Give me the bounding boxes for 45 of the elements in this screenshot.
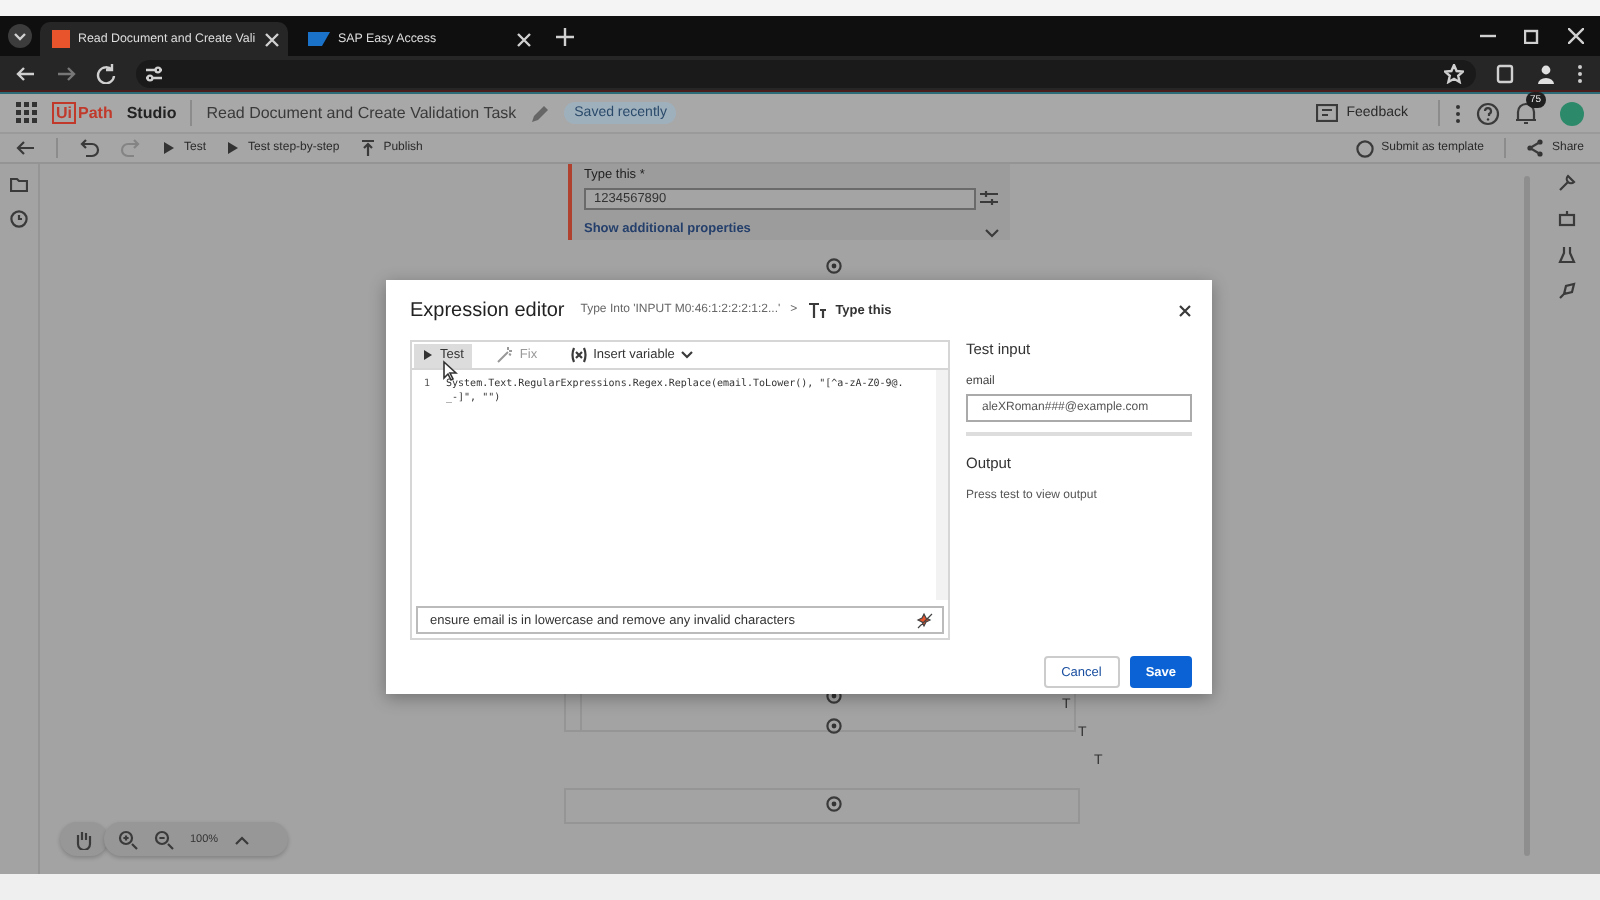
close-icon[interactable] xyxy=(1178,303,1192,317)
help-icon[interactable] xyxy=(1476,101,1500,125)
chevron-up-icon[interactable] xyxy=(234,833,251,845)
address-field[interactable] xyxy=(136,59,1476,87)
project-title: Read Document and Create Validation Task xyxy=(206,104,517,122)
publish-icon xyxy=(359,139,376,157)
magic-wand-icon xyxy=(495,346,514,364)
undo-icon[interactable] xyxy=(78,138,100,158)
sliders-icon[interactable] xyxy=(978,188,1000,208)
variable-icon xyxy=(569,346,588,364)
back-icon[interactable] xyxy=(16,138,36,158)
flask-icon[interactable] xyxy=(1558,246,1576,264)
play-icon xyxy=(422,348,434,362)
app-grid-icon[interactable] xyxy=(16,102,38,124)
more-icon[interactable] xyxy=(1576,63,1584,83)
share-icon xyxy=(1525,138,1544,158)
clock-icon[interactable] xyxy=(10,210,28,228)
restore-icon[interactable] xyxy=(1524,28,1540,44)
zoom-in-icon[interactable] xyxy=(118,829,138,849)
new-tab-icon[interactable] xyxy=(556,27,574,45)
dialog-title: Expression editor xyxy=(410,299,565,321)
robot-icon[interactable] xyxy=(1558,210,1576,228)
cursor-icon xyxy=(442,359,458,381)
tab-list-icon[interactable] xyxy=(8,24,32,48)
sap-logo-icon xyxy=(308,30,330,48)
text-type-icon xyxy=(807,301,826,319)
profile-icon[interactable] xyxy=(1536,63,1556,83)
star-icon[interactable] xyxy=(1444,63,1464,83)
folder-icon[interactable] xyxy=(10,176,28,194)
more-icon[interactable] xyxy=(1454,103,1462,123)
product-name: Studio xyxy=(126,104,177,122)
bell-icon[interactable] xyxy=(1514,101,1538,125)
hand-icon xyxy=(74,829,94,849)
chevron-down-icon xyxy=(680,350,695,360)
extensions-icon[interactable] xyxy=(1496,63,1516,83)
zoom-out-icon[interactable] xyxy=(154,829,174,849)
feedback-icon xyxy=(1316,104,1339,122)
reload-icon[interactable] xyxy=(96,63,116,83)
forward-icon[interactable] xyxy=(56,63,76,83)
pan-button[interactable] xyxy=(60,822,108,856)
play-icon xyxy=(226,140,241,156)
site-settings-icon[interactable] xyxy=(144,63,164,83)
chevron-down-icon[interactable] xyxy=(984,228,1000,240)
app-logo-icon xyxy=(52,30,70,48)
play-icon xyxy=(162,140,176,156)
